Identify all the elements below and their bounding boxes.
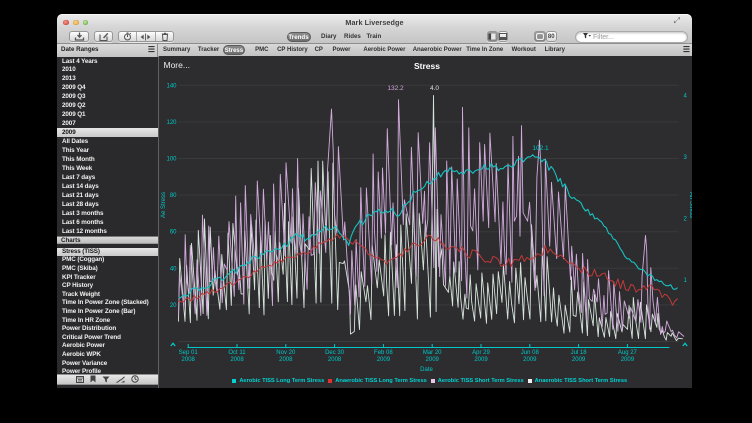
svg-text:80: 80 <box>169 193 176 199</box>
svg-text:60: 60 <box>169 230 176 236</box>
svg-text:2009: 2009 <box>571 357 585 363</box>
svg-text:4.0: 4.0 <box>429 85 438 92</box>
svg-text:2008: 2008 <box>230 357 244 363</box>
svg-text:1: 1 <box>683 278 687 284</box>
svg-text:2009: 2009 <box>376 357 390 363</box>
svg-text:100: 100 <box>166 157 177 163</box>
svg-text:3: 3 <box>683 155 687 161</box>
svg-text:An Stress: An Stress <box>688 192 693 218</box>
svg-text:Ae Stress: Ae Stress <box>161 192 167 218</box>
svg-text:2009: 2009 <box>523 357 537 363</box>
svg-text:Nov 20: Nov 20 <box>276 350 296 356</box>
svg-text:2009: 2009 <box>425 357 439 363</box>
svg-text:Dec 30: Dec 30 <box>325 350 345 356</box>
svg-text:2009: 2009 <box>474 357 488 363</box>
svg-text:4: 4 <box>683 94 687 100</box>
svg-text:2009: 2009 <box>620 357 634 363</box>
svg-text:Sep 01: Sep 01 <box>178 350 198 356</box>
svg-text:2008: 2008 <box>327 357 341 363</box>
svg-text:Jun 08: Jun 08 <box>520 350 539 356</box>
svg-text:Aug 27: Aug 27 <box>617 350 637 356</box>
svg-text:Date: Date <box>420 367 433 373</box>
svg-text:Jul 18: Jul 18 <box>570 350 587 356</box>
svg-text:2008: 2008 <box>279 357 293 363</box>
svg-text:2008: 2008 <box>181 357 195 363</box>
svg-text:40: 40 <box>169 266 176 272</box>
svg-text:Feb 08: Feb 08 <box>374 350 393 356</box>
svg-text:Mar 20: Mar 20 <box>422 350 441 356</box>
svg-text:20: 20 <box>169 303 176 309</box>
svg-text:102.1: 102.1 <box>532 145 549 152</box>
svg-text:Oct 11: Oct 11 <box>228 350 246 356</box>
svg-text:140: 140 <box>166 83 177 89</box>
svg-text:Apr 29: Apr 29 <box>472 350 490 356</box>
svg-text:2: 2 <box>683 217 687 223</box>
svg-text:132.2: 132.2 <box>387 85 404 92</box>
svg-text:120: 120 <box>166 120 177 126</box>
